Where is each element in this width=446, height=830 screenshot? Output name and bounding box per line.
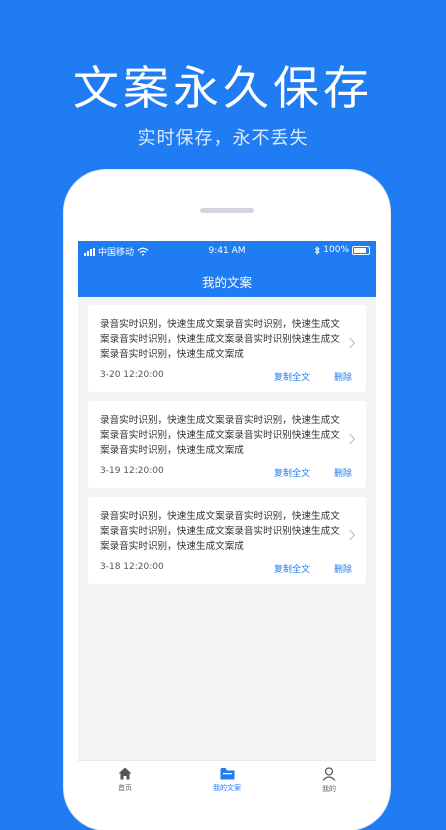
delete-button[interactable]: 删除 [334,370,352,383]
tab-my-docs-label: 我的文案 [213,784,241,792]
tab-mine-label: 我的 [322,785,336,793]
banner-title: 文案永久保存 [73,61,373,115]
tab-home-label: 首页 [118,784,132,792]
delete-button[interactable]: 删除 [334,562,352,575]
list-item[interactable]: 录音实时识别，快速生成文案录音实时识别，快速生成文案录音实时识别，快速生成文案录… [88,401,366,488]
card-time: 3-19 12:20:00 [100,466,164,476]
chevron-right-icon [349,529,356,541]
card-text: 录音实时识别，快速生成文案录音实时识别，快速生成文案录音实时识别，快速生成文案录… [100,415,340,456]
tab-bar: 首页 我的文案 我的 [78,760,376,801]
tab-mine[interactable]: 我的 [294,767,364,794]
user-icon [322,767,336,781]
app-header: 中国移动 9:41 AM 100% 我的文案 [78,241,376,297]
chevron-right-icon [349,337,356,349]
bluetooth-icon [314,245,320,255]
copy-all-button[interactable]: 复制全文 [274,562,310,575]
tab-my-docs[interactable]: 我的文案 [192,767,262,793]
page-title: 我的文案 [201,275,252,290]
tab-home[interactable]: 首页 [90,767,160,793]
phone-frame: 中国移动 9:41 AM 100% 我的文案 录音实时识别，快速生成文案录音实时… [64,170,390,830]
phone-screen: 中国移动 9:41 AM 100% 我的文案 录音实时识别，快速生成文案录音实时… [78,241,376,801]
status-bar: 中国移动 9:41 AM 100% [78,241,376,259]
banner-subtitle: 实时保存，永不丢失 [137,128,309,149]
battery-percent: 100% [323,245,349,255]
card-time: 3-20 12:20:00 [100,370,164,380]
list-item[interactable]: 录音实时识别，快速生成文案录音实时识别，快速生成文案录音实时识别，快速生成文案录… [88,497,366,584]
copy-all-button[interactable]: 复制全文 [274,370,310,383]
card-time: 3-18 12:20:00 [100,562,164,572]
battery-icon [352,245,370,255]
card-text: 录音实时识别，快速生成文案录音实时识别，快速生成文案录音实时识别，快速生成文案录… [100,511,340,552]
card-list: 录音实时识别，快速生成文案录音实时识别，快速生成文案录音实时识别，快速生成文案录… [78,297,376,584]
card-text: 录音实时识别，快速生成文案录音实时识别，快速生成文案录音实时识别，快速生成文案录… [100,319,340,360]
chevron-right-icon [349,433,356,445]
home-icon [118,767,132,780]
folder-icon [220,768,234,780]
phone-speaker [200,208,254,213]
delete-button[interactable]: 删除 [334,466,352,479]
list-item[interactable]: 录音实时识别，快速生成文案录音实时识别，快速生成文案录音实时识别，快速生成文案录… [88,305,366,392]
copy-all-button[interactable]: 复制全文 [274,466,310,479]
